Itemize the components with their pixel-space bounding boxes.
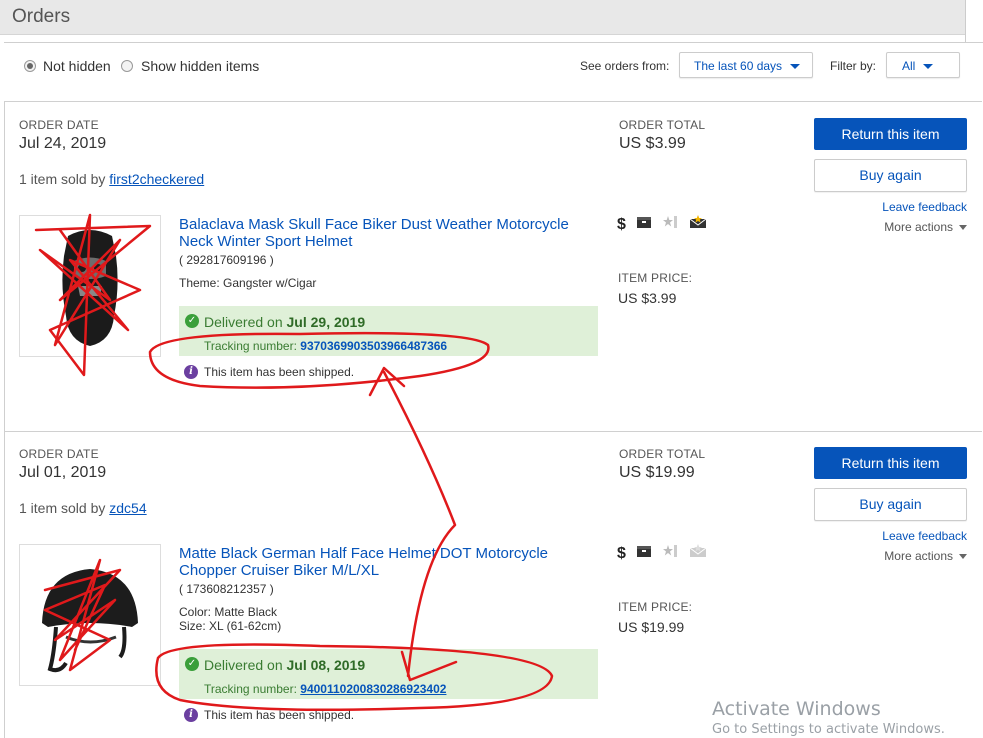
sold-by: 1 item sold by first2checkered (19, 171, 204, 187)
show-hidden-label[interactable]: Show hidden items (141, 58, 259, 74)
star-feedback-icon (662, 215, 679, 234)
more-actions-label: More actions (884, 220, 953, 234)
item-title-line1: Matte Black German Half Face Helmet DOT … (179, 545, 548, 562)
see-orders-from-label: See orders from: (580, 59, 670, 73)
balaclava-image (62, 230, 118, 346)
item-id: ( 292817609196 ) (179, 253, 274, 267)
chevron-down-icon (959, 554, 967, 560)
order-date-label: ORDER DATE (19, 447, 99, 461)
item-title-link[interactable]: Balaclava Mask Skull Face Biker Dust Wea… (179, 216, 569, 250)
buy-again-button[interactable]: Buy again (814, 488, 967, 521)
delivered-text: Delivered on Jul 08, 2019 (204, 657, 365, 673)
more-actions-dropdown[interactable]: More actions (884, 220, 967, 234)
dollar-icon: $ (617, 215, 626, 233)
filter-by-dropdown[interactable]: All (886, 52, 960, 78)
item-thumbnail[interactable] (19, 215, 161, 357)
date-range-dropdown[interactable]: The last 60 days (679, 52, 813, 78)
delivery-status: ✓ Delivered on Jul 29, 2019 Tracking num… (179, 306, 598, 356)
shipped-message: This item has been shipped. (204, 708, 355, 722)
item-attribute: Size: XL (61-62cm) (179, 619, 282, 633)
filter-by-label: Filter by: (830, 59, 877, 73)
tracking-label: Tracking number: (204, 682, 297, 696)
order-total: US $3.99 (619, 135, 686, 152)
leave-feedback-link[interactable]: Leave feedback (882, 529, 967, 543)
item-title-line1: Balaclava Mask Skull Face Biker Dust Wea… (179, 216, 569, 233)
item-price: US $19.99 (618, 619, 685, 635)
tracking-number-link[interactable]: 9370369903503966487366 (300, 339, 447, 353)
helmet-image (42, 569, 138, 673)
info-icon: i (184, 365, 198, 379)
package-icon (636, 545, 652, 563)
item-price: US $3.99 (618, 290, 677, 306)
return-item-button[interactable]: Return this item (814, 447, 967, 479)
order-date: Jul 24, 2019 (19, 135, 107, 152)
page-header: Orders (0, 0, 965, 35)
sold-by-prefix: 1 item sold by (19, 171, 106, 187)
sold-by-prefix: 1 item sold by (19, 500, 106, 516)
envelope-icon (689, 544, 707, 563)
item-id: ( 173608212357 ) (179, 582, 274, 596)
order-date-label: ORDER DATE (19, 118, 99, 132)
order-total: US $19.99 (619, 464, 695, 481)
order-status-icons: $ (617, 215, 713, 233)
chevron-down-icon (959, 225, 967, 231)
more-actions-label: More actions (884, 549, 953, 563)
seller-link[interactable]: zdc54 (109, 500, 146, 516)
item-attribute: Theme: Gangster w/Cigar (179, 276, 317, 290)
delivered-text: Delivered on Jul 29, 2019 (204, 314, 365, 330)
order-total-label: ORDER TOTAL (619, 118, 706, 132)
tracking-number-link[interactable]: 9400110200830286923402 (300, 682, 446, 696)
checkmark-icon: ✓ (185, 657, 199, 671)
item-title-line2: Chopper Cruiser Biker M/L/XL (179, 562, 380, 579)
filters-bar: Not hidden Show hidden items See orders … (4, 43, 982, 102)
buy-again-button[interactable]: Buy again (814, 159, 967, 192)
filter-by-value: All (902, 59, 916, 73)
item-price-label: ITEM PRICE: (618, 271, 693, 285)
item-attribute: Color: Matte Black (179, 605, 278, 619)
show-hidden-radio[interactable] (121, 60, 133, 72)
not-hidden-label[interactable]: Not hidden (43, 58, 111, 74)
package-icon (636, 216, 652, 234)
tracking: Tracking number: 9370369903503966487366 (204, 339, 447, 353)
shipped-message: This item has been shipped. (204, 365, 355, 379)
delivered-date: Jul 08, 2019 (286, 657, 366, 673)
more-actions-dropdown[interactable]: More actions (884, 549, 967, 563)
chevron-down-icon (790, 64, 801, 70)
return-item-button[interactable]: Return this item (814, 118, 967, 150)
item-price-label: ITEM PRICE: (618, 600, 693, 614)
star-feedback-icon (662, 544, 679, 563)
order-total-label: ORDER TOTAL (619, 447, 706, 461)
item-thumbnail[interactable] (19, 544, 161, 686)
activate-windows-subtitle: Go to Settings to activate Windows. (712, 722, 945, 737)
activate-windows-title: Activate Windows (712, 698, 881, 720)
envelope-star-icon (689, 215, 707, 234)
page-title: Orders (12, 6, 71, 27)
delivered-date: Jul 29, 2019 (286, 314, 366, 330)
delivery-status: ✓ Delivered on Jul 08, 2019 Tracking num… (179, 649, 598, 699)
order-divider (4, 431, 982, 432)
order-status-icons: $ (617, 544, 713, 562)
dollar-icon: $ (617, 544, 626, 562)
delivered-label: Delivered on (204, 314, 283, 330)
tracking: Tracking number: 9400110200830286923402 (204, 682, 446, 696)
tracking-label: Tracking number: (204, 339, 297, 353)
delivered-label: Delivered on (204, 657, 283, 673)
item-title-line2: Neck Winter Sport Helmet (179, 233, 353, 250)
item-title-link[interactable]: Matte Black German Half Face Helmet DOT … (179, 545, 548, 579)
seller-link[interactable]: first2checkered (109, 171, 204, 187)
not-hidden-radio[interactable] (24, 60, 36, 72)
info-icon: i (184, 708, 198, 722)
leave-feedback-link[interactable]: Leave feedback (882, 200, 967, 214)
chevron-down-icon (923, 64, 934, 70)
order-date: Jul 01, 2019 (19, 464, 107, 481)
checkmark-icon: ✓ (185, 314, 199, 328)
date-range-value: The last 60 days (694, 59, 783, 73)
sold-by: 1 item sold by zdc54 (19, 500, 147, 516)
